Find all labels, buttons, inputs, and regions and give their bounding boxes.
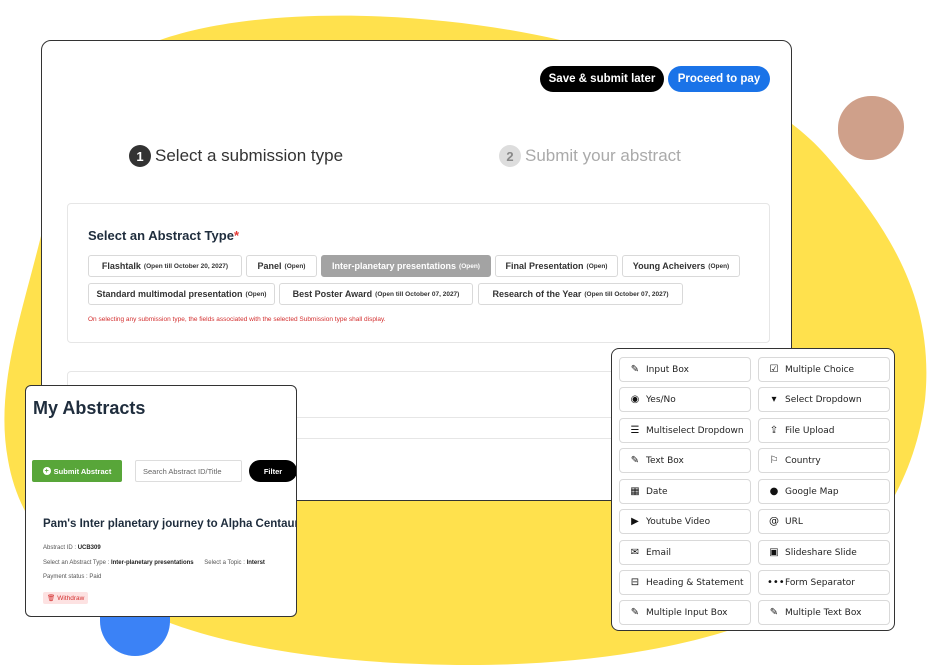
field-type-form-separator[interactable]: ••• Form Separator: [758, 570, 890, 595]
field-type-heading-statement[interactable]: ⊟ Heading & Statement: [619, 570, 751, 595]
proceed-to-pay-button[interactable]: Proceed to pay: [668, 66, 770, 92]
field-type-date[interactable]: ▦ Date: [619, 479, 751, 504]
slideshare-icon: ▣: [769, 547, 779, 558]
my-abstracts-title: My Abstracts: [33, 398, 146, 418]
abstract-type-option-selected[interactable]: Inter-planetary presentations (Open): [321, 255, 491, 277]
plus-circle-icon: +: [42, 467, 51, 475]
abstract-id-row: Abstract ID : UCB309: [43, 545, 101, 551]
filter-button[interactable]: Filter: [249, 460, 296, 482]
trash-icon: 🗑: [47, 595, 56, 602]
edit-icon: ✎: [630, 364, 640, 375]
payment-status-row: Payment status : Paid: [43, 574, 102, 580]
field-type-select-dropdown[interactable]: ▾ Select Dropdown: [758, 387, 890, 412]
radio-icon: ◉: [630, 394, 640, 405]
field-type-input-box[interactable]: ✎ Input Box: [619, 357, 751, 382]
edit-icon: ✎: [630, 607, 640, 618]
at-icon: @: [769, 516, 779, 527]
ellipsis-icon: •••: [767, 577, 785, 588]
abstract-type-option[interactable]: Research of the Year (Open till October 0…: [478, 283, 683, 305]
submit-abstract-button[interactable]: + Submit Abstract: [32, 460, 122, 482]
caret-down-icon: ▾: [771, 394, 777, 405]
field-type-multiple-choice[interactable]: ☑ Multiple Choice: [758, 357, 890, 382]
step-label: Select a submission type: [155, 146, 344, 165]
step-label: Submit your abstract: [525, 146, 681, 165]
field-type-multiple-text-box[interactable]: ✎ Multiple Text Box: [758, 600, 890, 625]
field-types-panel: ✎ Input Box ☑ Multiple Choice ◉ Yes/No ▾ Sel…: [611, 348, 895, 631]
calendar-icon: ▦: [630, 486, 640, 497]
abstract-type-card: Select an Abstract Type* Flashtalk (Open …: [67, 203, 770, 343]
abstract-type-heading: Select an Abstract Type*: [88, 228, 240, 243]
abstract-type-option[interactable]: Panel (Open): [246, 255, 317, 277]
step-select-submission-type[interactable]: 1 Select a submission type: [129, 145, 343, 167]
save-submit-later-button[interactable]: Save & submit later: [540, 66, 664, 92]
abstract-type-option[interactable]: Young Acheivers (Open): [622, 255, 740, 277]
step-submit-abstract[interactable]: 2 Submit your abstract: [499, 145, 681, 167]
withdraw-button[interactable]: 🗑 Withdraw: [43, 592, 89, 604]
abstract-item-title[interactable]: Pam's Inter planetary journey to Alpha C…: [43, 518, 296, 530]
step-number-badge: 2: [499, 145, 521, 167]
abstract-type-option[interactable]: Standard multimodal presentation (Open): [88, 283, 275, 305]
abstract-type-option[interactable]: Best Poster Award (Open till October 07, …: [279, 283, 473, 305]
edit-icon: ✎: [769, 607, 779, 618]
field-type-url[interactable]: @ URL: [758, 509, 890, 534]
globe-icon: ●: [769, 486, 779, 497]
edit-icon: ✎: [630, 455, 640, 466]
payment-status-value: Paid: [89, 574, 102, 580]
field-type-slideshare-slide[interactable]: ▣ Slideshare Slide: [758, 540, 890, 565]
field-type-text-box[interactable]: ✎ Text Box: [619, 448, 751, 473]
search-abstract-input[interactable]: [135, 460, 242, 482]
upload-icon: ⇪: [769, 425, 779, 436]
abstract-type-option[interactable]: Flashtalk (Open till October 20, 2027): [88, 255, 242, 277]
checkbox-icon: ☑: [769, 364, 779, 375]
abstract-type-option[interactable]: Final Presentation (Open): [495, 255, 618, 277]
my-abstracts-panel: My Abstracts +Submit Abstract Filter Pam…: [25, 385, 297, 617]
abstract-type-note: On selecting any submission type, the fi…: [88, 316, 386, 323]
youtube-icon: ▶: [631, 516, 639, 527]
field-type-multiple-input-box[interactable]: ✎ Multiple Input Box: [619, 600, 751, 625]
field-type-multiselect-dropdown[interactable]: ☰ Multiselect Dropdown: [619, 418, 751, 443]
step-number-badge: 1: [129, 145, 151, 167]
abstract-type-row: Select an Abstract Type : Inter-planetar…: [43, 560, 265, 566]
field-type-youtube-video[interactable]: ▶ Youtube Video: [619, 509, 751, 534]
minus-square-icon: ⊟: [630, 577, 640, 588]
list-icon: ☰: [630, 425, 640, 436]
envelope-icon: ✉: [630, 547, 640, 558]
abstract-id-value: UCB309: [77, 545, 101, 551]
field-type-yes-no[interactable]: ◉ Yes/No: [619, 387, 751, 412]
field-type-email[interactable]: ✉ Email: [619, 540, 751, 565]
field-type-google-map[interactable]: ● Google Map: [758, 479, 890, 504]
field-type-file-upload[interactable]: ⇪ File Upload: [758, 418, 890, 443]
field-type-country[interactable]: ⚐ Country: [758, 448, 890, 473]
flag-icon: ⚐: [769, 455, 779, 466]
required-mark: *: [233, 228, 240, 243]
